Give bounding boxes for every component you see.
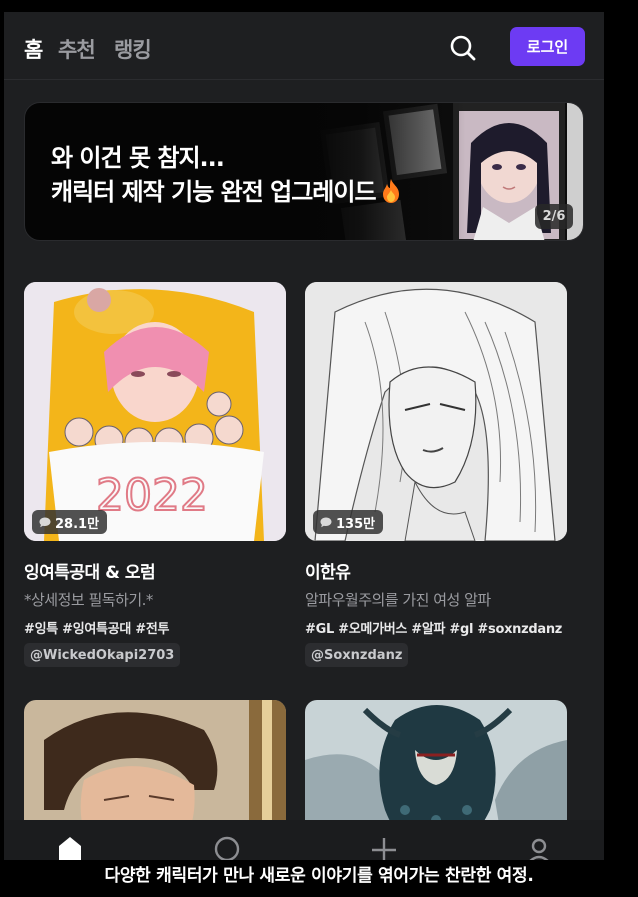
character-thumbnail: 2022 28.1만	[24, 282, 286, 541]
character-tags: #GL #오메가버스 #알파 #gl #soxnzdanz	[305, 622, 563, 637]
screen: 홈 추천 랭킹 로그인 와 이건 못 참지... 캐릭터 제작 기능 완전 업그…	[0, 0, 638, 897]
svg-text:2022: 2022	[96, 470, 208, 521]
chat-count-badge: 28.1만	[32, 510, 108, 534]
create-icon	[372, 838, 396, 860]
profile-icon	[529, 838, 549, 860]
character-name: 잉여특공대 & 오럼	[24, 563, 156, 583]
tab-home[interactable]: 홈	[24, 34, 43, 64]
chat-count-badge: 135만	[313, 510, 384, 534]
search-button[interactable]	[448, 33, 478, 63]
character-card[interactable]: 135만 이한유 알파우월주의를 가진 여성 알파 #GL #오메가버스 #알파…	[305, 282, 567, 672]
author-handle[interactable]: @WickedOkapi2703	[24, 643, 181, 667]
banner-subtitle: 캐릭터 제작 기능 완전 업그레이드	[51, 175, 402, 209]
character-image: 2022	[24, 282, 286, 541]
character-description: *상세정보 필독하기.*	[24, 591, 153, 609]
fire-icon	[382, 179, 399, 203]
caption: 다양한 캐릭터가 만나 새로운 이야기를 엮어가는 찬란한 여정.	[104, 866, 534, 886]
nav-create[interactable]	[369, 832, 399, 860]
banner-gradient	[305, 103, 465, 240]
banner-subtitle-text: 캐릭터 제작 기능 완전 업그레이드	[51, 178, 377, 206]
chat-count: 135만	[336, 516, 376, 532]
nav-profile[interactable]	[524, 832, 554, 860]
character-image	[305, 282, 567, 541]
chat-bubble-icon	[320, 517, 332, 527]
character-name: 이한유	[305, 563, 351, 583]
banner-title: 와 이건 못 참지...	[51, 144, 225, 172]
home-icon	[59, 837, 81, 860]
nav-search[interactable]	[212, 832, 242, 860]
chat-bubble-icon	[39, 517, 51, 527]
tab-recommend[interactable]: 추천	[58, 34, 96, 64]
promo-banner[interactable]: 와 이건 못 참지... 캐릭터 제작 기능 완전 업그레이드 2/6	[24, 102, 584, 241]
login-button[interactable]: 로그인	[510, 27, 585, 66]
character-tags: #잉특 #잉여특공대 #전투	[24, 622, 170, 637]
app-window: 홈 추천 랭킹 로그인 와 이건 못 참지... 캐릭터 제작 기능 완전 업그…	[4, 12, 604, 860]
chat-count: 28.1만	[55, 516, 100, 532]
character-card[interactable]: 2022 28.1만 잉여특공대 & 오럼 *상세정보 필독하기.* #잉특 #…	[24, 282, 286, 672]
banner-page-counter: 2/6	[535, 204, 573, 229]
character-description: 알파우월주의를 가진 여성 알파	[305, 591, 491, 609]
tab-ranking[interactable]: 랭킹	[114, 34, 152, 64]
nav-home[interactable]	[55, 832, 85, 860]
search-icon	[214, 836, 240, 860]
top-navigation: 홈 추천 랭킹 로그인	[4, 12, 604, 80]
search-icon	[450, 35, 476, 61]
bottom-navigation	[4, 820, 604, 860]
character-thumbnail: 135만	[305, 282, 567, 541]
author-handle[interactable]: @Soxnzdanz	[305, 643, 409, 667]
